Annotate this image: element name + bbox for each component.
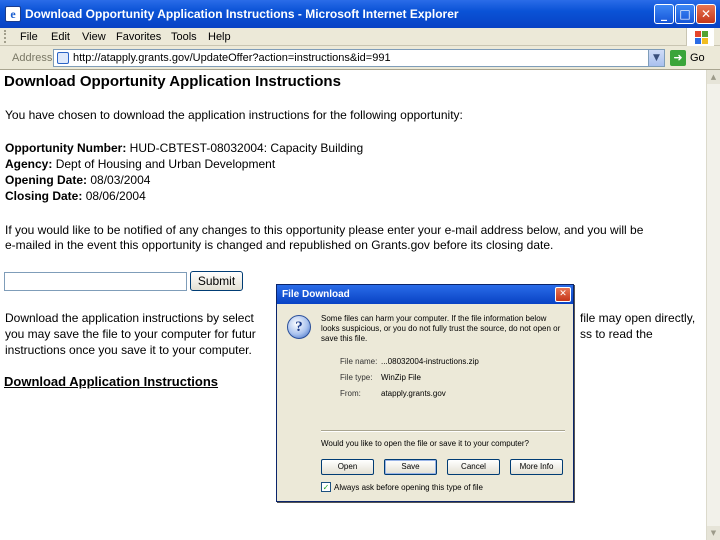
download-text-line1-start: Download the application instructions by… — [5, 311, 254, 325]
opening-date-label: Opening Date: — [5, 173, 88, 187]
more-info-button[interactable]: More Info — [510, 459, 563, 475]
agency-label: Agency: — [5, 157, 53, 171]
agency-value: Dept of Housing and Urban Development — [55, 157, 276, 171]
closing-date-label: Closing Date: — [5, 189, 83, 203]
address-dropdown-icon[interactable]: ▼ — [648, 50, 664, 66]
address-bar: Address http://atapply.grants.gov/Update… — [0, 46, 720, 70]
notify-text-line1: If you would like to be notified of any … — [5, 223, 644, 237]
dialog-question: Would you like to open the file or save … — [321, 439, 529, 448]
warning-line2: looks suspicious, or you do not fully tr… — [321, 324, 561, 333]
file-type-label: File type: — [340, 373, 373, 382]
minimize-button[interactable]: _ — [654, 4, 674, 24]
menu-help[interactable]: Help — [208, 31, 231, 43]
address-input[interactable]: http://atapply.grants.gov/UpdateOffer?ac… — [53, 49, 665, 67]
internet-explorer-icon: e — [5, 6, 21, 22]
window-titlebar: e Download Opportunity Application Instr… — [0, 0, 720, 28]
address-label: Address — [12, 52, 53, 64]
from-label: From: — [340, 389, 361, 398]
opportunity-number-value: HUD-CBTEST-08032004: Capacity Building — [129, 141, 364, 155]
file-name-value: ...08032004-instructions.zip — [381, 357, 479, 366]
submit-button[interactable]: Submit — [190, 271, 243, 291]
question-icon: ? — [287, 315, 311, 339]
from-value: atapply.grants.gov — [381, 389, 446, 398]
download-text-line2-start: you may save the file to your computer f… — [5, 327, 256, 341]
opening-date-row: Opening Date: 08/03/2004 — [5, 173, 150, 187]
download-text-line2-end: ss to read the — [580, 327, 653, 341]
close-button[interactable]: ✕ — [696, 4, 716, 24]
always-ask-checkbox[interactable]: ✓ — [321, 482, 331, 492]
menu-file[interactable]: File — [20, 31, 38, 43]
scroll-up-icon[interactable]: ▲ — [707, 70, 720, 84]
windows-logo-icon — [686, 28, 714, 46]
dialog-titlebar: File Download ✕ — [277, 285, 573, 304]
opportunity-number-row: Opportunity Number: HUD-CBTEST-08032004:… — [5, 141, 363, 155]
opening-date-value: 08/03/2004 — [90, 173, 151, 187]
intro-text: You have chosen to download the applicat… — [5, 108, 463, 122]
scroll-down-icon[interactable]: ▼ — [707, 526, 720, 540]
page-icon — [57, 52, 69, 64]
window-title: Download Opportunity Application Instruc… — [25, 7, 459, 21]
dialog-close-button[interactable]: ✕ — [555, 287, 571, 302]
file-type-value: WinZip File — [381, 373, 422, 382]
toolbar-grip — [4, 30, 7, 43]
maximize-button[interactable]: □ — [675, 4, 695, 24]
menu-favorites[interactable]: Favorites — [116, 31, 161, 43]
agency-row: Agency: Dept of Housing and Urban Develo… — [5, 157, 275, 171]
download-instructions-link[interactable]: Download Application Instructions — [4, 374, 218, 389]
warning-line1: Some files can harm your computer. If th… — [321, 314, 547, 323]
warning-line3: save this file. — [321, 334, 368, 343]
menu-view[interactable]: View — [82, 31, 106, 43]
file-name-label: File name: — [340, 357, 378, 366]
dialog-title: File Download — [282, 289, 350, 300]
closing-date-value: 08/06/2004 — [85, 189, 146, 203]
email-input[interactable] — [4, 272, 187, 291]
download-text-line1-end: file may open directly, — [580, 311, 696, 325]
notify-text-line2: e-mailed in the event this opportunity i… — [5, 238, 554, 252]
page-title: Download Opportunity Application Instruc… — [4, 73, 341, 90]
closing-date-row: Closing Date: 08/06/2004 — [5, 189, 146, 203]
vertical-scrollbar[interactable]: ▲ ▼ — [706, 70, 720, 540]
always-ask-label[interactable]: Always ask before opening this type of f… — [334, 483, 483, 492]
save-button[interactable]: Save — [384, 459, 437, 475]
menu-bar: File Edit View Favorites Tools Help — [0, 28, 720, 46]
menu-edit[interactable]: Edit — [51, 31, 70, 43]
cancel-button[interactable]: Cancel — [447, 459, 500, 475]
menu-tools[interactable]: Tools — [171, 31, 197, 43]
address-url[interactable]: http://atapply.grants.gov/UpdateOffer?ac… — [73, 52, 391, 64]
file-download-dialog: File Download ✕ ? Some files can harm yo… — [276, 284, 574, 502]
opportunity-number-label: Opportunity Number: — [5, 141, 127, 155]
open-button[interactable]: Open — [321, 459, 374, 475]
dialog-divider — [321, 430, 565, 432]
go-arrow-icon[interactable]: ➜ — [670, 50, 686, 66]
download-text-line3: instructions once you save it to your co… — [5, 343, 252, 357]
go-button[interactable]: Go — [690, 52, 705, 64]
